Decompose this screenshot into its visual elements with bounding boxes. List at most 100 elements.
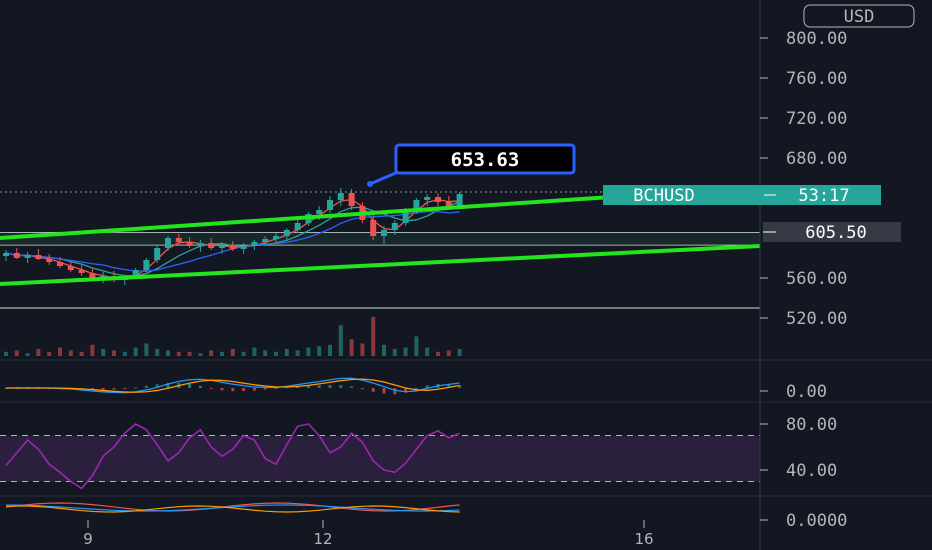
candle-body <box>381 230 387 236</box>
candle-body <box>294 223 301 230</box>
volume-bar <box>209 350 214 356</box>
candle-body <box>57 262 63 266</box>
macd-histogram-bar <box>101 388 105 390</box>
volume-bar <box>338 325 343 356</box>
price-tick-label: 800.00 <box>786 29 847 49</box>
level-price: 605.50 <box>805 223 866 243</box>
volume-bar <box>155 349 160 356</box>
time-tick-label: 12 <box>313 530 332 548</box>
price-tick-label: 520.00 <box>786 309 847 329</box>
candle-body <box>445 202 452 206</box>
volume-bar <box>112 350 116 356</box>
macd-histogram-bar <box>382 388 386 394</box>
volume-bar <box>14 350 19 356</box>
volume-bar <box>133 347 138 356</box>
candle-body <box>219 245 225 248</box>
candle-body <box>165 238 171 248</box>
candle-body <box>251 242 258 246</box>
symbol-name: BCHUSD <box>633 186 694 206</box>
candle-body <box>208 243 215 248</box>
candle-body <box>283 230 290 236</box>
macd-histogram-bar <box>112 388 116 390</box>
volume-bar <box>360 343 365 356</box>
candle-body <box>240 246 247 249</box>
volume-bar <box>90 344 95 356</box>
candle-body <box>316 210 323 214</box>
candle-body <box>456 194 463 206</box>
volume-bar <box>414 336 419 356</box>
volume-bar <box>122 351 127 356</box>
volume-bar <box>274 351 278 356</box>
volume-bar <box>425 347 430 356</box>
volume-bar <box>349 339 354 356</box>
volume-bar <box>328 344 332 356</box>
macd-histogram-bar <box>231 388 235 392</box>
volume-bar <box>295 350 300 356</box>
volume-bar <box>220 351 224 356</box>
volume-bar <box>36 349 41 356</box>
symbol-price-tag[interactable]: BCHUSD 53:17 <box>603 185 881 206</box>
volume-bar <box>187 351 192 356</box>
countdown-timer: 53:17 <box>798 186 849 206</box>
macd-histogram-bar <box>350 386 354 388</box>
volume-bar <box>68 350 73 356</box>
candle-body <box>89 273 96 278</box>
macd-histogram-bar <box>263 388 267 390</box>
volume-bar <box>241 351 246 356</box>
currency-label: USD <box>844 7 875 27</box>
macd-histogram-bar <box>393 388 397 395</box>
volume-bar <box>198 353 203 356</box>
callout-anchor <box>367 181 373 187</box>
rsi-band-fill <box>0 435 760 482</box>
level-price-tag[interactable]: 605.50 <box>763 222 901 243</box>
volume-bar <box>403 347 408 356</box>
candle-body <box>424 197 431 200</box>
volume-bar <box>58 347 62 356</box>
candle <box>143 258 150 272</box>
volume-bar <box>371 316 376 356</box>
candle-body <box>175 238 182 242</box>
candle-body <box>337 193 344 200</box>
candle-body <box>143 260 150 270</box>
volume-bar <box>25 353 30 356</box>
macd-histogram-bar <box>198 385 202 388</box>
indicator-tick-label: 0.00 <box>786 382 827 402</box>
candle-body <box>229 245 236 249</box>
macd-histogram-bar <box>123 388 127 389</box>
macd-histogram-bar <box>339 385 343 388</box>
macd-histogram-bar <box>242 388 246 391</box>
volume-bar <box>392 349 397 356</box>
time-tick-label: 16 <box>634 530 653 548</box>
price-tick-label: 760.00 <box>786 69 847 89</box>
chart-canvas[interactable]: 800.00 760.00 720.00 680.00 560.00 520.00 0.00… <box>0 0 932 550</box>
candle-body <box>154 248 161 260</box>
volume-bar <box>176 351 181 356</box>
volume-bar <box>230 349 235 356</box>
volume-bar <box>446 350 451 356</box>
indicator-tick-label: 0.0000 <box>786 511 847 531</box>
indicator-tick-label: 40.00 <box>786 461 837 481</box>
volume-bar <box>317 346 322 356</box>
macd-histogram-bar <box>144 385 148 388</box>
volume-bar <box>166 350 170 356</box>
volume-bar <box>144 343 149 356</box>
candle-body <box>273 236 279 239</box>
candle-body <box>370 220 377 236</box>
volume-bar <box>252 347 257 356</box>
candle-body <box>391 223 398 230</box>
candle-body <box>327 200 333 210</box>
volume-bar <box>306 347 311 356</box>
volume-bar <box>4 351 8 356</box>
candle-body <box>35 255 42 259</box>
candle-body <box>348 193 355 206</box>
volume-bar <box>263 350 268 356</box>
macd-histogram-bar <box>371 388 375 392</box>
time-tick-label: 9 <box>83 530 93 548</box>
price-tick-label: 720.00 <box>786 109 847 129</box>
volume-bar <box>457 349 462 356</box>
macd-histogram-bar <box>134 387 138 389</box>
candle-body <box>435 197 441 202</box>
candle-body <box>3 253 9 256</box>
candle-body <box>262 239 269 242</box>
candle-body <box>197 243 204 246</box>
